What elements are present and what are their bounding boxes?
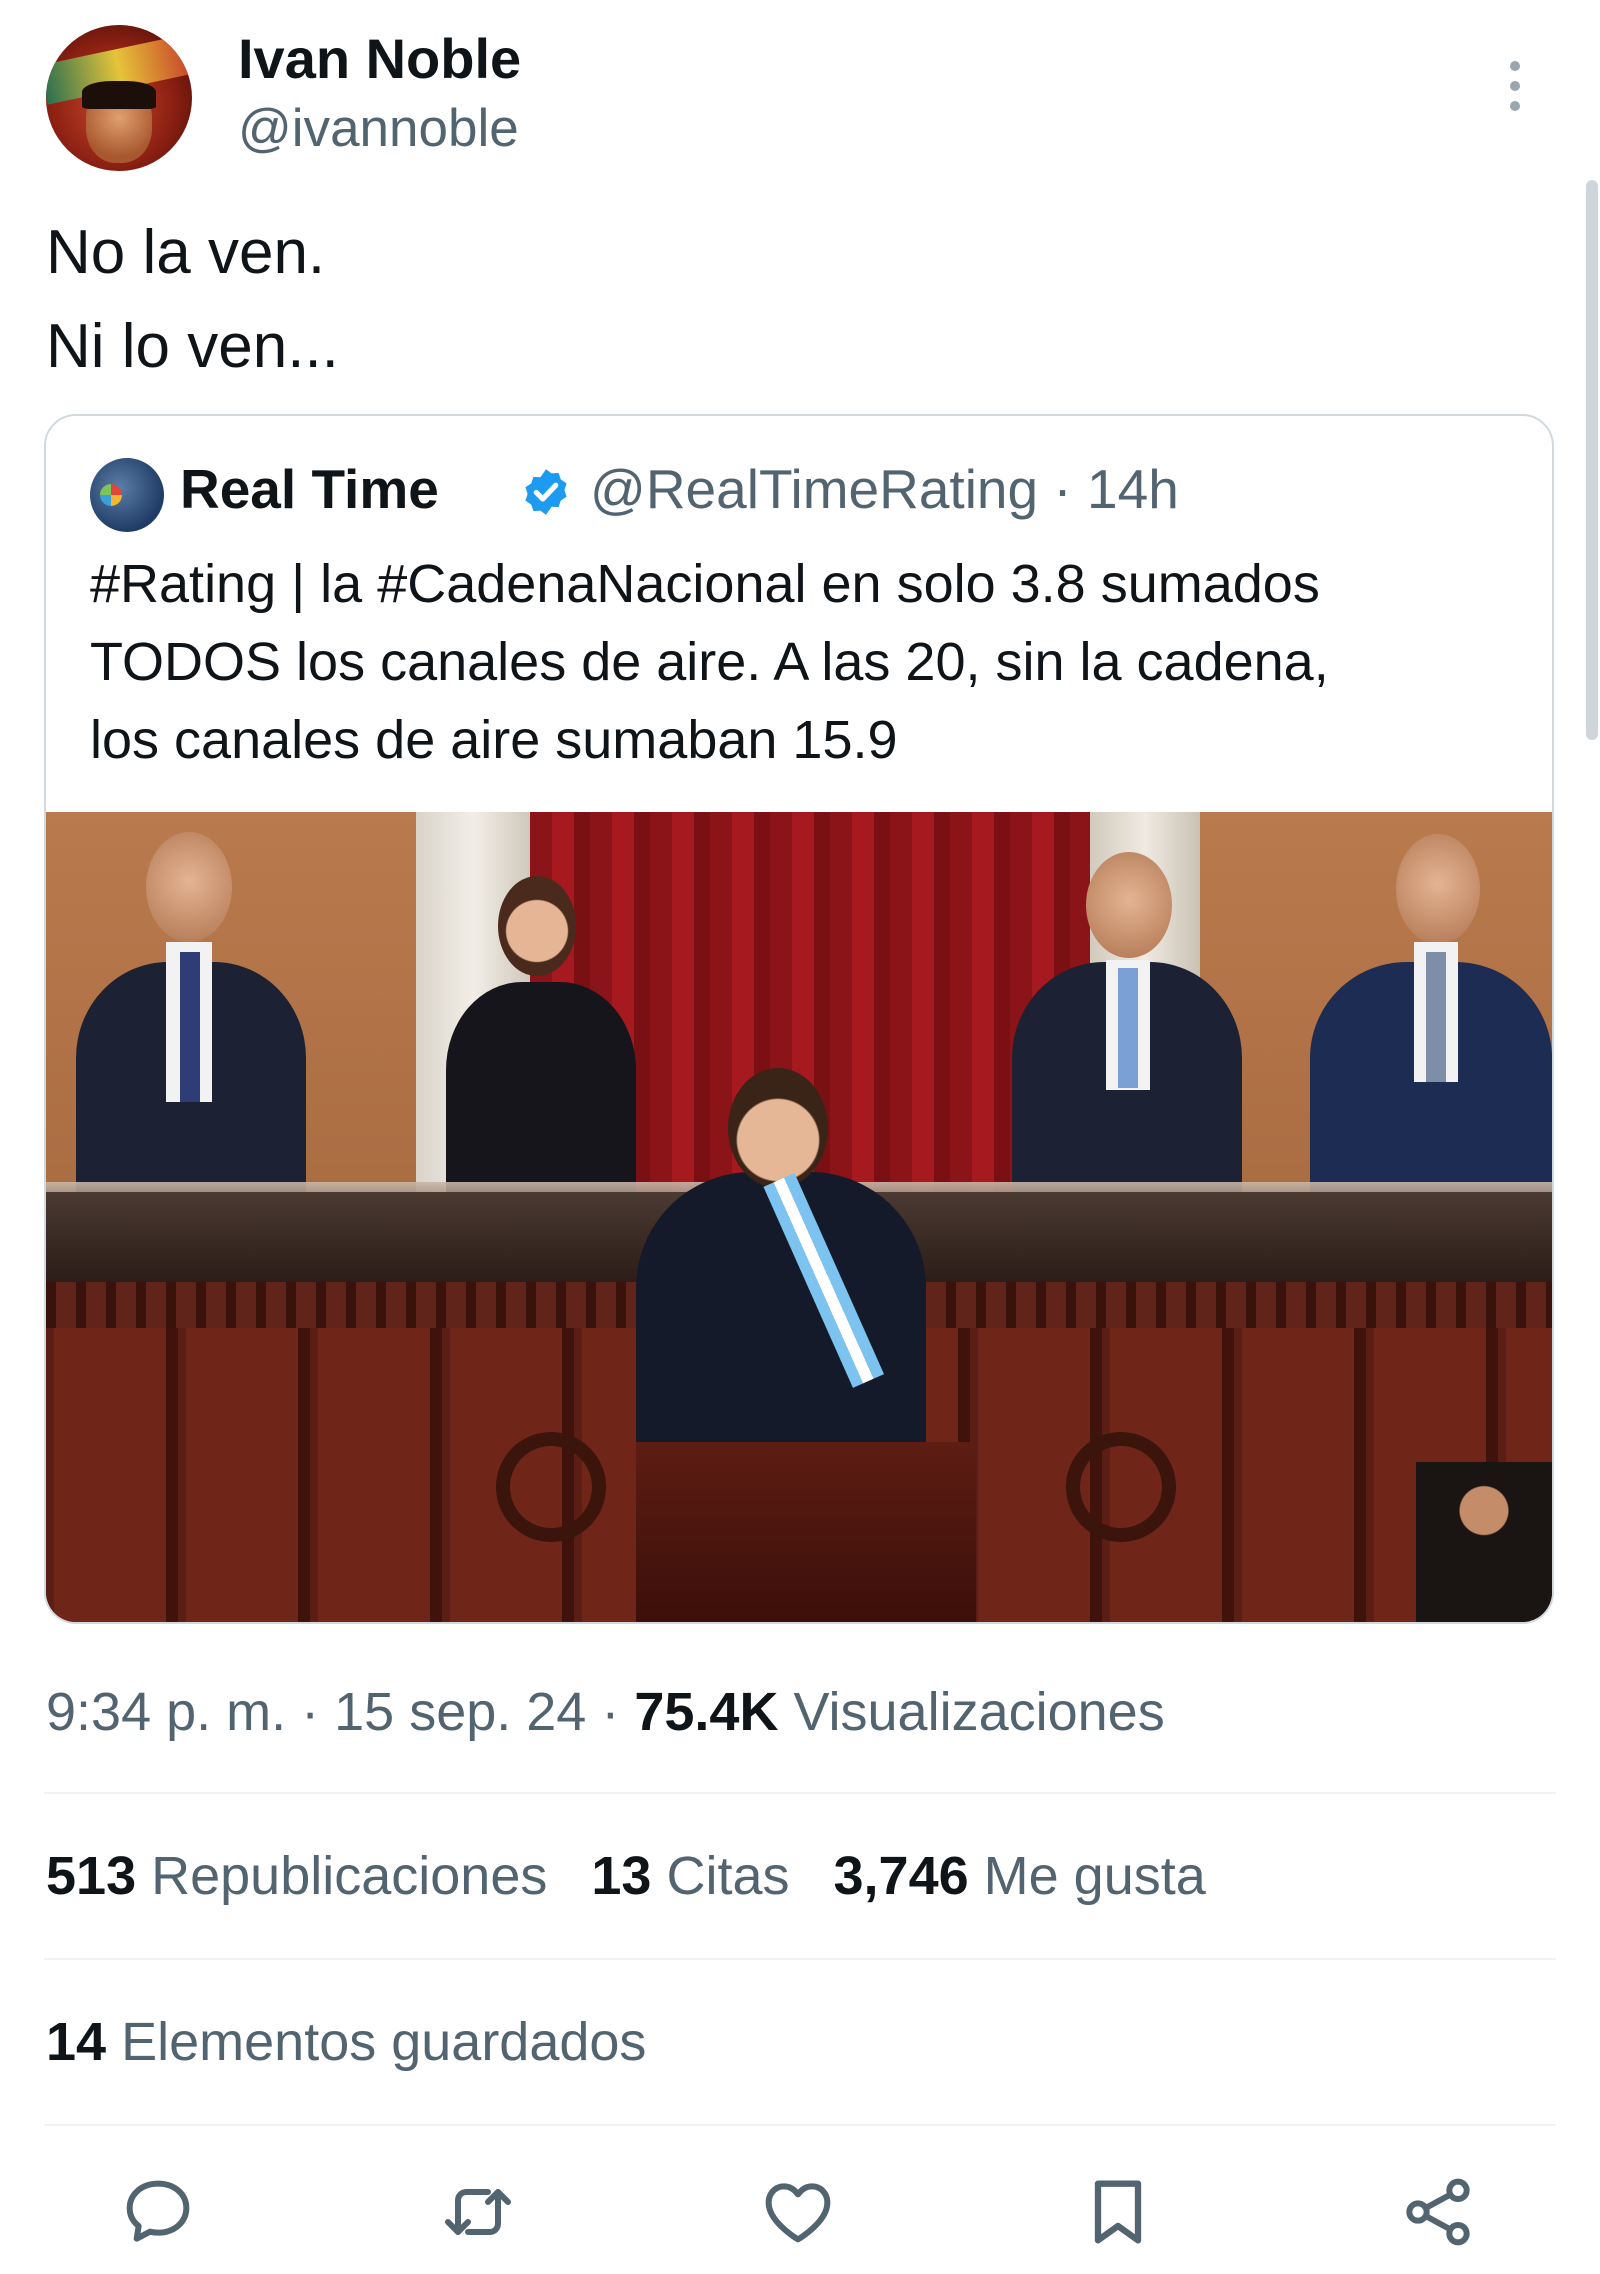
views-count: 75.4K <box>634 1682 779 1742</box>
bookmarks-stat[interactable]: 14 Elementos guardados <box>46 2006 646 2078</box>
quoted-tweet-card[interactable]: Real Time @RealTimeRating · 14h #Rating … <box>44 414 1554 1624</box>
quoted-media-image[interactable] <box>46 812 1552 1622</box>
reply-icon[interactable] <box>118 2172 198 2252</box>
author-display-name[interactable]: Ivan Noble <box>238 24 521 94</box>
quoted-display-name: Real Time <box>180 458 439 520</box>
tweet-text-line: No la ven. <box>46 218 326 287</box>
tweet-text-line: Ni lo ven... <box>46 312 339 381</box>
engagement-stats: 513 Republicaciones 13 Citas 3,746 Me gust… <box>46 1840 1250 1912</box>
divider <box>44 1792 1556 1794</box>
quoted-age: 14h <box>1087 458 1179 520</box>
divider <box>44 2124 1556 2126</box>
quoted-handle: @RealTimeRating <box>590 458 1039 520</box>
like-icon[interactable] <box>758 2172 838 2252</box>
divider <box>44 1958 1556 1960</box>
share-icon[interactable] <box>1398 2172 1478 2252</box>
scrollbar[interactable] <box>1586 180 1598 740</box>
repost-icon[interactable] <box>438 2172 518 2252</box>
verified-badge-icon <box>520 466 572 518</box>
tweet-timestamp: 9:34 p. m. · 15 sep. 24 · 75.4K Visualiz… <box>46 1682 1165 1742</box>
more-options-icon[interactable] <box>1500 56 1530 116</box>
quoted-text-line: los canales de aire sumaban 15.9 <box>90 710 898 770</box>
likes-stat[interactable]: 3,746 Me gusta <box>834 1840 1206 1912</box>
tweet-date[interactable]: 15 sep. 24 <box>334 1682 586 1742</box>
quoted-avatar <box>90 458 164 532</box>
views-label: Visualizaciones <box>793 1682 1165 1742</box>
quoted-text-line: TODOS los canales de aire. A las 20, sin… <box>90 632 1329 692</box>
meta-separator: · <box>1038 458 1088 520</box>
author-handle[interactable]: @ivannoble <box>238 96 519 162</box>
quotes-stat[interactable]: 13 Citas <box>591 1840 789 1912</box>
author-avatar[interactable] <box>46 25 192 171</box>
bookmark-icon[interactable] <box>1078 2172 1158 2252</box>
quoted-meta: @RealTimeRating · 14h <box>590 454 1179 524</box>
reposts-stat[interactable]: 513 Republicaciones <box>46 1840 547 1912</box>
tweet-time[interactable]: 9:34 p. m. <box>46 1682 286 1742</box>
quoted-text-line: #Rating | la #CadenaNacional en solo 3.8… <box>90 554 1320 614</box>
